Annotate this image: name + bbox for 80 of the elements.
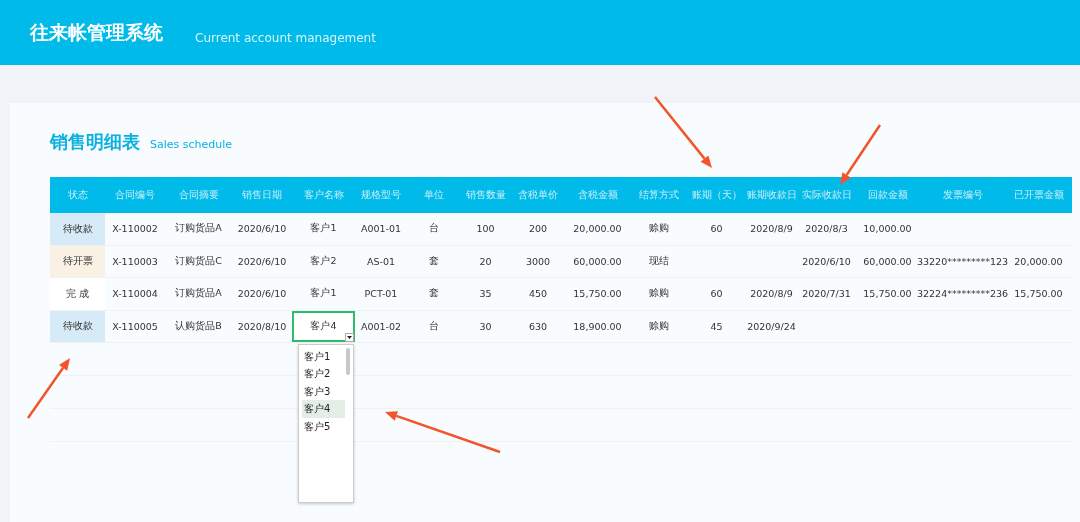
- table-cell-text: 订购货品A: [174, 286, 223, 301]
- dropdown-option[interactable]: 客户4: [302, 400, 345, 418]
- table-cell-text: 200: [527, 222, 549, 237]
- column-header: 规格型号: [360, 188, 402, 202]
- column-header: 实际收款日: [800, 188, 853, 202]
- table-cell-text: 2020/9/24: [746, 319, 797, 334]
- panel-subtitle: Sales schedule: [150, 138, 233, 151]
- table-cell-text: 现结: [648, 253, 670, 268]
- column-header: 状态: [66, 188, 89, 202]
- table-cell-text: 客户2: [309, 253, 338, 268]
- column-header: 已开票金额: [1012, 188, 1065, 202]
- status-cell: 待开票: [50, 245, 105, 277]
- table-cell-text: 2020/8/10: [236, 319, 288, 334]
- table-cell-text: 2020/6/10: [801, 254, 852, 269]
- column-header: 合同摘要: [177, 188, 220, 202]
- column-header: 合同编号: [114, 188, 156, 202]
- table-cell-text: 套: [427, 286, 440, 301]
- table-cell-text: PCT-01: [363, 287, 399, 302]
- table-cell-text: 60,000.00: [572, 254, 623, 269]
- table-cell-text: X-110003: [111, 254, 159, 269]
- table-cell-text: X-110004: [111, 287, 159, 302]
- table-cell-text: 630: [527, 319, 549, 334]
- table-cell-text: 2020/7/31: [801, 287, 852, 302]
- table-cell-text: 客户1: [309, 221, 338, 236]
- table-cell-text: 20: [478, 254, 493, 269]
- dropdown-option[interactable]: 客户5: [302, 417, 345, 435]
- table-cell-text: 3000: [524, 254, 552, 269]
- status-cell: 待收款: [50, 310, 105, 342]
- table-cell-text: 客户1: [309, 286, 338, 301]
- table-cell-text: 30: [478, 319, 493, 334]
- column-header: 回款金额: [866, 188, 909, 202]
- table-cell-text: 认购货品B: [174, 318, 223, 333]
- app-title: 往来帐管理系统: [30, 19, 163, 45]
- table-cell-text: A001-02: [359, 319, 403, 334]
- table-cell-text: 赊购: [648, 221, 670, 236]
- column-header: 单位: [422, 188, 445, 202]
- table-cell-text: 10,000.00: [862, 222, 913, 237]
- table-cell-text: X-110005: [111, 319, 159, 334]
- table-cell-text: 15,750.00: [572, 287, 623, 302]
- table-cell-text: 2020/6/10: [236, 222, 288, 237]
- table-cell-text: 台: [427, 318, 440, 333]
- table-cell-text: 订购货品C: [174, 253, 223, 268]
- table-cell-text: 2020/6/10: [236, 254, 288, 269]
- table-cell-text: 60: [709, 287, 724, 302]
- table-cell-text: 60: [709, 222, 724, 237]
- cell-editor[interactable]: 客户4: [292, 310, 355, 342]
- table-cell-text: 35: [478, 287, 493, 302]
- table-cell-text: 赊购: [648, 286, 670, 301]
- table-cell-text: 台: [427, 221, 440, 236]
- table-cell-text: 套: [427, 253, 440, 268]
- column-header: 销售日期: [241, 188, 283, 202]
- table-cell-text: 2020/8/3: [804, 222, 849, 237]
- table-cell-text: A001-01: [359, 222, 403, 237]
- table-cell-text: 100: [475, 222, 496, 237]
- column-header: 客户名称: [302, 188, 345, 202]
- status-cell: 待收款: [50, 213, 105, 245]
- table-cell-text: 2020/8/9: [749, 287, 794, 302]
- table-cell-text: AS-01: [365, 254, 396, 269]
- dropdown-option[interactable]: 客户1: [302, 347, 345, 365]
- column-header: 结算方式: [638, 188, 680, 202]
- app-subtitle: Current account management: [195, 30, 376, 45]
- table-cell-text: 45: [709, 319, 724, 334]
- status-cell: 完 成: [50, 278, 105, 310]
- table-cell-text: 18,900.00: [572, 319, 623, 334]
- dropdown-option[interactable]: 客户3: [302, 382, 345, 400]
- column-header: 账期（天）: [690, 188, 743, 202]
- panel-title: 销售明细表: [50, 130, 140, 154]
- column-header: 账期收款日: [745, 188, 798, 202]
- table-cell-text: 450: [527, 287, 549, 302]
- table-cell-text: 2020/6/10: [236, 287, 288, 302]
- table-cell-text: 赊购: [648, 318, 670, 333]
- column-header: 含税单价: [517, 188, 559, 202]
- column-header: 发票编号: [941, 188, 984, 202]
- table-cell-text: 20,000.00: [572, 222, 623, 237]
- table-cell-text: 订购货品A: [174, 221, 223, 236]
- column-header: 销售数量: [464, 188, 507, 202]
- table-cell-text: 2020/8/9: [749, 222, 794, 237]
- column-header: 含税金额: [576, 188, 619, 202]
- table-cell-text: X-110002: [111, 222, 159, 237]
- dropdown-option[interactable]: 客户2: [302, 365, 345, 383]
